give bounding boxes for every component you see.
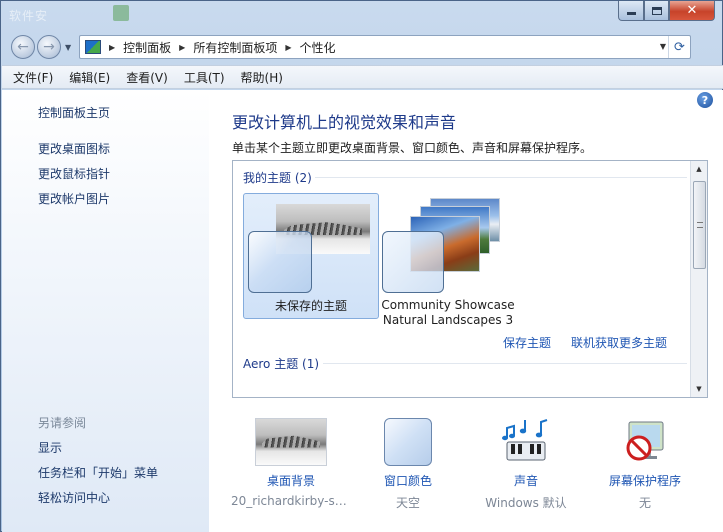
- desktop-background-value: 20_richardkirby-sn...: [231, 494, 351, 508]
- control-panel-icon: [85, 40, 101, 54]
- address-history-dropdown[interactable]: ▼: [660, 42, 666, 51]
- breadcrumb-separator-icon[interactable]: ▶: [109, 43, 115, 52]
- background-ghost-text: 软件安: [9, 9, 49, 23]
- screen-saver-title[interactable]: 屏幕保护程序: [585, 472, 705, 489]
- theme-color-overlay: [382, 231, 444, 293]
- theme-card-label: 未保存的主题: [274, 299, 347, 313]
- section-divider: [315, 177, 687, 178]
- breadcrumb-personalization[interactable]: 个性化: [300, 39, 336, 56]
- breadcrumb-separator-icon[interactable]: ▶: [179, 43, 185, 52]
- theme-card-label-line2: Natural Landscapes 3: [382, 313, 514, 327]
- sidebar: 控制面板主页 更改桌面图标 更改鼠标指针 更改帐户图片 另请参阅 显示 任务栏和…: [2, 90, 209, 532]
- theme-card-unsaved[interactable]: 未保存的主题: [243, 193, 379, 319]
- breadcrumb-separator-icon[interactable]: ▶: [285, 43, 291, 52]
- theme-list-panel: 我的主题 (2) 未保存的主题 Community Showcase Natur…: [232, 160, 708, 398]
- sidebar-link-ease-of-access[interactable]: 轻松访问中心: [38, 489, 110, 506]
- main-content: ? 更改计算机上的视觉效果和声音 单击某个主题立即更改桌面背景、窗口颜色、声音和…: [209, 90, 723, 532]
- sidebar-link-mouse-pointers[interactable]: 更改鼠标指针: [38, 165, 110, 182]
- sounds-value: Windows 默认: [485, 496, 567, 510]
- help-icon[interactable]: ?: [697, 92, 713, 108]
- refresh-button[interactable]: ⟳: [668, 36, 690, 58]
- desktop-background-title[interactable]: 桌面背景: [231, 472, 351, 489]
- menu-edit[interactable]: 编辑(E): [64, 69, 115, 86]
- screen-saver-value: 无: [638, 496, 651, 510]
- see-also-caption: 另请参阅: [38, 416, 87, 430]
- breadcrumb-all-items[interactable]: 所有控制面板项: [193, 39, 277, 56]
- page-title: 更改计算机上的视觉效果和声音: [232, 113, 457, 132]
- navigation-bar: ← → ▼ ▶ 控制面板 ▶ 所有控制面板项 ▶ 个性化 ▼ ⟳: [7, 33, 719, 61]
- refresh-icon: ⟳: [674, 39, 685, 55]
- title-bar[interactable]: 软件安 ✕: [1, 1, 722, 31]
- maximize-icon: [651, 6, 662, 15]
- sounds-title[interactable]: 声音: [466, 472, 586, 489]
- my-themes-heading: 我的主题 (2): [243, 171, 312, 185]
- theme-card-natural-landscapes[interactable]: Community Showcase Natural Landscapes 3: [373, 193, 523, 327]
- scroll-up-arrow-icon[interactable]: ▲: [691, 161, 707, 177]
- minimize-button[interactable]: [618, 1, 644, 21]
- sidebar-link-taskbar-start-menu[interactable]: 任务栏和「开始」菜单: [38, 464, 158, 481]
- save-theme-link[interactable]: 保存主题: [503, 334, 551, 351]
- back-button[interactable]: ←: [11, 35, 35, 59]
- screen-saver-icon: [626, 421, 664, 461]
- menu-file[interactable]: 文件(F): [8, 69, 58, 86]
- theme-list-scrollbar[interactable]: ▲ ▼: [690, 161, 707, 397]
- menu-bar: 文件(F) 编辑(E) 查看(V) 工具(T) 帮助(H): [2, 65, 723, 89]
- scroll-down-arrow-icon[interactable]: ▼: [691, 381, 707, 397]
- sounds-icon: [502, 419, 548, 461]
- window-color-icon: [384, 418, 432, 466]
- address-bar[interactable]: ▶ 控制面板 ▶ 所有控制面板项 ▶ 个性化 ▼ ⟳: [79, 35, 691, 59]
- close-button[interactable]: ✕: [669, 1, 715, 21]
- sidebar-link-desktop-icons[interactable]: 更改桌面图标: [38, 140, 110, 157]
- desktop-background-icon: [255, 418, 327, 466]
- sidebar-link-display[interactable]: 显示: [38, 439, 62, 456]
- recent-pages-dropdown[interactable]: ▼: [65, 43, 71, 52]
- menu-help[interactable]: 帮助(H): [236, 69, 288, 86]
- window-color-title[interactable]: 窗口颜色: [348, 472, 468, 489]
- sidebar-link-account-picture[interactable]: 更改帐户图片: [38, 190, 110, 207]
- menu-view[interactable]: 查看(V): [121, 69, 173, 86]
- minimize-icon: [626, 12, 636, 15]
- theme-color-overlay: [248, 231, 312, 293]
- theme-card-label-line1: Community Showcase: [381, 298, 515, 312]
- forward-arrow-icon: →: [43, 39, 55, 55]
- close-icon: ✕: [686, 3, 698, 18]
- get-more-themes-link[interactable]: 联机获取更多主题: [571, 334, 667, 351]
- page-description: 单击某个主题立即更改桌面背景、窗口颜色、声音和屏幕保护程序。: [232, 141, 593, 155]
- maximize-button[interactable]: [644, 1, 669, 21]
- forward-button[interactable]: →: [37, 35, 61, 59]
- aero-themes-heading: Aero 主题 (1): [243, 357, 320, 371]
- sidebar-link-control-panel-home[interactable]: 控制面板主页: [38, 104, 110, 121]
- background-ghost-icon: [113, 5, 129, 21]
- window-color-value: 天空: [395, 496, 420, 510]
- menu-tools[interactable]: 工具(T): [179, 69, 230, 86]
- breadcrumb-control-panel[interactable]: 控制面板: [123, 39, 171, 56]
- back-arrow-icon: ←: [17, 39, 29, 55]
- personalization-window: 软件安 ✕ ← → ▼ ▶ 控制面板 ▶ 所有控制面板项 ▶ 个性化 ▼ ⟳ 文…: [0, 0, 723, 532]
- section-divider: [323, 363, 687, 364]
- scroll-grip-icon: [697, 222, 703, 228]
- scroll-thumb[interactable]: [693, 181, 706, 269]
